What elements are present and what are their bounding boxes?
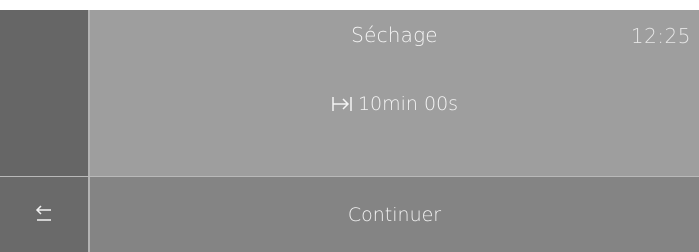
duration-arrow-icon (331, 95, 353, 113)
back-button[interactable] (0, 177, 88, 252)
continue-button[interactable]: Continuer (90, 177, 699, 252)
timer-value: 10min 00s (357, 93, 459, 115)
page-title: Séchage (351, 23, 438, 47)
appliance-screen: Séchage 12:25 10min 00s Continuer (0, 0, 699, 252)
main-panel: Séchage 12:25 10min 00s (90, 10, 699, 176)
back-arrow-icon (34, 203, 54, 227)
top-rule (0, 0, 699, 10)
sidebar-top (0, 10, 88, 176)
timer-row: 10min 00s (90, 93, 699, 115)
continue-label: Continuer (347, 203, 442, 226)
clock: 12:25 (630, 24, 691, 48)
